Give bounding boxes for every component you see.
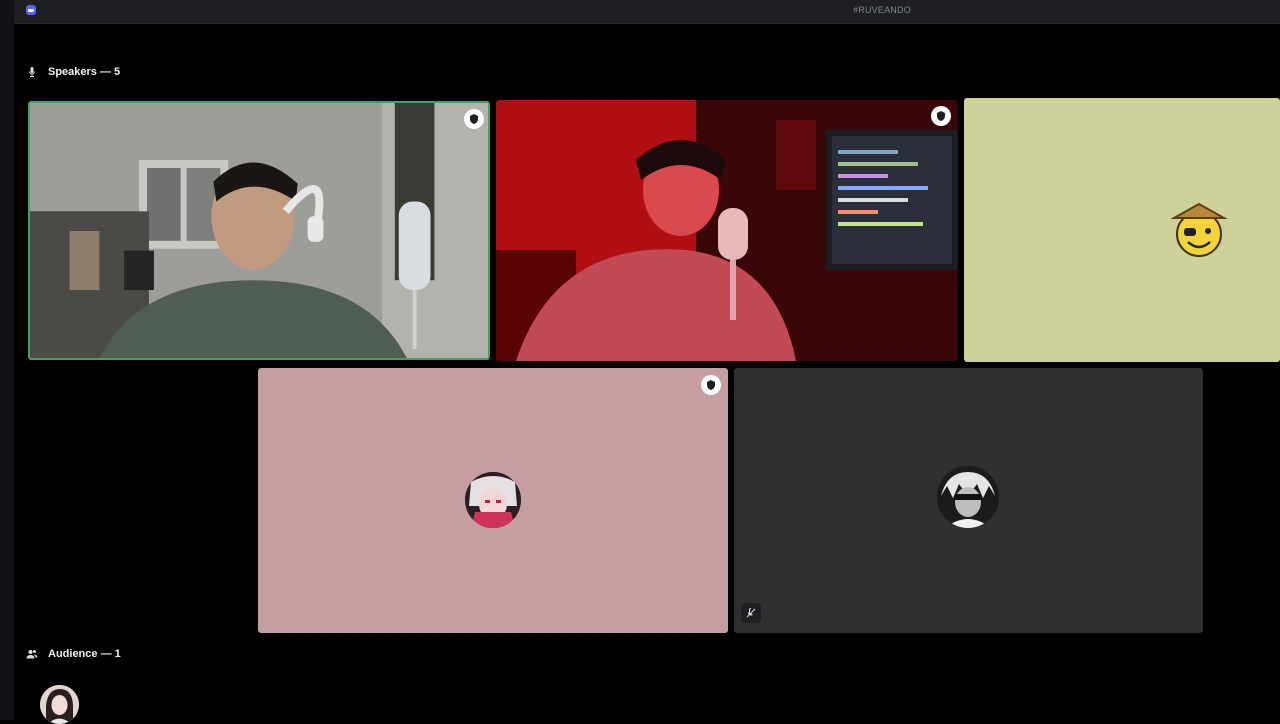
moderator-badge <box>701 375 721 395</box>
channel-name: #RUVEANDO <box>853 5 911 15</box>
anime-avatar-icon <box>465 472 521 528</box>
users-icon <box>26 650 38 659</box>
left-edge-strip <box>0 0 14 720</box>
mic-off-icon <box>746 608 756 618</box>
shield-icon <box>470 114 478 124</box>
mic-muted-indicator <box>741 603 761 623</box>
manga-avatar-icon <box>937 466 999 528</box>
shield-icon <box>707 380 715 390</box>
speaker-tile-1[interactable] <box>28 101 490 360</box>
shield-icon <box>937 111 945 121</box>
audience-avatar-1[interactable] <box>40 685 79 724</box>
speakers-header: Speakers — 5 <box>26 66 120 78</box>
speaker-video-2 <box>496 100 958 361</box>
speaker-tile-5[interactable] <box>734 368 1203 633</box>
speaker-avatar-4 <box>465 472 521 528</box>
speakers-label: Speakers — 5 <box>48 66 121 78</box>
speaker-tile-3[interactable] <box>964 98 1280 362</box>
title-bar: #RUVEANDO <box>14 0 1280 24</box>
moderator-badge <box>464 109 484 129</box>
smiley-avatar-icon <box>1170 202 1228 257</box>
audience-header: Audience — 1 <box>26 648 121 660</box>
audience-label: Audience — 1 <box>48 648 121 660</box>
audience-member-icon <box>40 685 79 724</box>
speaker-avatar-3 <box>1168 200 1230 262</box>
microphone-icon <box>29 67 35 77</box>
speaker-tile-4[interactable] <box>258 368 728 633</box>
moderator-badge <box>931 106 951 126</box>
speaker-video-1 <box>30 103 488 358</box>
speaker-tile-2[interactable] <box>496 100 958 361</box>
speaker-avatar-5 <box>937 466 999 528</box>
